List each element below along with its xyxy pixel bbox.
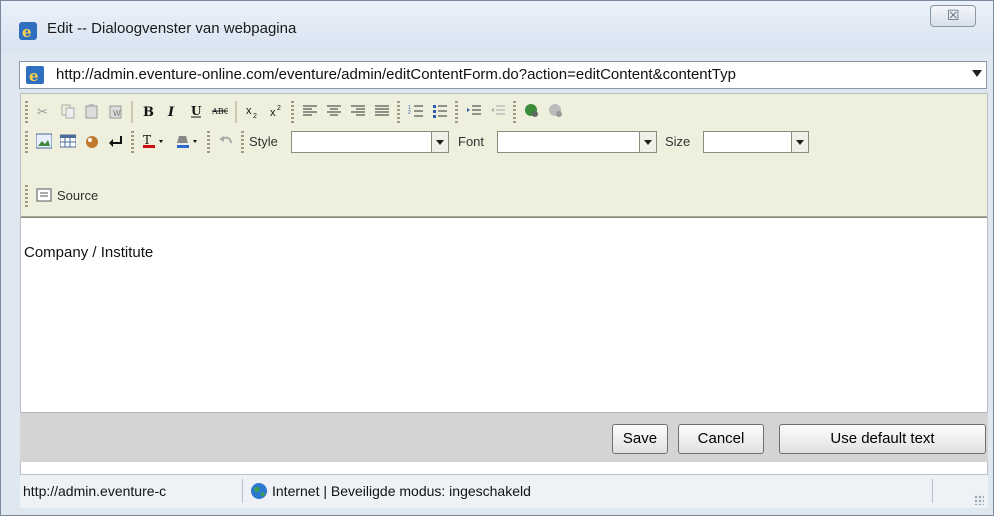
- underline-icon[interactable]: U: [185, 100, 207, 122]
- ie-logo-icon: e: [19, 22, 37, 40]
- svg-text:2: 2: [408, 110, 411, 116]
- size-label: Size: [665, 134, 691, 149]
- editor-area[interactable]: [21, 217, 987, 414]
- globe-icon: [251, 483, 267, 499]
- toolbar-grip: [241, 131, 244, 153]
- paste-word-icon[interactable]: W: [105, 100, 127, 122]
- svg-text:x: x: [270, 107, 276, 119]
- source-button[interactable]: Source: [57, 188, 98, 203]
- chevron-down-icon[interactable]: [639, 132, 656, 152]
- text-color-icon[interactable]: T: [139, 130, 169, 152]
- italic-icon[interactable]: I: [161, 100, 183, 122]
- toolbar-row-3: Source: [21, 182, 987, 210]
- use-default-text-button[interactable]: Use default text: [779, 424, 986, 454]
- image-icon[interactable]: [33, 130, 55, 152]
- toolbar-grip: [25, 185, 28, 207]
- unlink-icon[interactable]: [545, 100, 567, 122]
- indent-icon[interactable]: [463, 100, 485, 122]
- svg-text:x: x: [246, 105, 252, 117]
- outdent-icon[interactable]: [487, 100, 509, 122]
- cut-icon[interactable]: ✂: [33, 100, 55, 122]
- toolbar-separator: [235, 101, 237, 123]
- address-dropdown-icon[interactable]: [972, 70, 982, 77]
- font-select[interactable]: [497, 131, 657, 153]
- address-url: http://admin.eventure-online.com/eventur…: [56, 66, 736, 83]
- toolbar-row-2: T Style Font Size: [21, 128, 987, 156]
- window-title: Edit -- Dialoogvenster van webpagina: [47, 20, 297, 37]
- ordered-list-icon[interactable]: 12: [405, 100, 427, 122]
- paste-icon[interactable]: [81, 100, 103, 122]
- close-icon: ☒: [947, 7, 960, 23]
- svg-text:B: B: [143, 105, 154, 119]
- security-zone: Internet | Beveiligde modus: ingeschakel…: [272, 483, 531, 499]
- button-bar: Save Cancel Use default text: [20, 412, 988, 462]
- cancel-button[interactable]: Cancel: [678, 424, 764, 454]
- undo-icon[interactable]: [215, 130, 237, 152]
- toolbar-grip: [25, 101, 28, 123]
- svg-text:e: e: [29, 67, 39, 84]
- unordered-list-icon[interactable]: [429, 100, 451, 122]
- ie-page-icon: e: [26, 66, 44, 84]
- address-bar[interactable]: e http://admin.eventure-online.com/event…: [19, 61, 987, 89]
- toolbar-grip: [455, 101, 458, 123]
- editor-content[interactable]: Company / Institute: [24, 244, 153, 261]
- link-icon[interactable]: [521, 100, 543, 122]
- align-center-icon[interactable]: [323, 100, 345, 122]
- justify-icon[interactable]: [371, 100, 393, 122]
- superscript-icon[interactable]: x2: [265, 100, 287, 122]
- subscript-icon[interactable]: x2: [241, 100, 263, 122]
- align-right-icon[interactable]: [347, 100, 369, 122]
- toolbar-grip: [513, 101, 516, 123]
- editor-toolbar: ✂ W B I U ABC x2 x2 12 T Style Font Size…: [21, 94, 987, 217]
- svg-text:2: 2: [277, 105, 281, 112]
- status-divider: [242, 479, 243, 503]
- toolbar-row-1: ✂ W B I U ABC x2 x2 12: [21, 98, 987, 126]
- svg-text:e: e: [22, 23, 32, 40]
- special-char-icon[interactable]: [81, 130, 103, 152]
- toolbar-grip: [131, 131, 134, 153]
- table-icon[interactable]: [57, 130, 79, 152]
- source-icon[interactable]: [33, 184, 55, 206]
- font-label: Font: [458, 134, 485, 149]
- svg-text:I: I: [167, 105, 175, 119]
- size-select[interactable]: [703, 131, 809, 153]
- status-url: http://admin.eventure-c: [23, 483, 167, 499]
- background-color-icon[interactable]: [173, 130, 203, 152]
- toolbar-grip: [291, 101, 294, 123]
- status-divider: [932, 479, 933, 503]
- line-break-icon[interactable]: [105, 130, 127, 152]
- resize-grip-icon[interactable]: [974, 495, 984, 505]
- toolbar-grip: [207, 131, 210, 153]
- toolbar-grip: [25, 131, 28, 153]
- chevron-down-icon[interactable]: [791, 132, 808, 152]
- save-button[interactable]: Save: [612, 424, 668, 454]
- toolbar-separator: [131, 101, 133, 123]
- style-label: Style: [249, 134, 278, 149]
- copy-icon[interactable]: [57, 100, 79, 122]
- svg-text:2: 2: [253, 113, 257, 119]
- bold-icon[interactable]: B: [137, 100, 159, 122]
- svg-text:T: T: [143, 133, 151, 147]
- title-bar: e Edit -- Dialoogvenster van webpagina ☒: [1, 1, 993, 51]
- svg-text:✂: ✂: [37, 104, 48, 119]
- strikethrough-icon[interactable]: ABC: [209, 100, 231, 122]
- status-bar: http://admin.eventure-c Internet | Bevei…: [20, 474, 988, 508]
- chevron-down-icon[interactable]: [431, 132, 448, 152]
- align-left-icon[interactable]: [299, 100, 321, 122]
- toolbar-grip: [397, 101, 400, 123]
- svg-text:W: W: [113, 109, 121, 118]
- svg-text:U: U: [191, 104, 202, 118]
- close-button[interactable]: ☒: [930, 5, 976, 27]
- style-select[interactable]: [291, 131, 449, 153]
